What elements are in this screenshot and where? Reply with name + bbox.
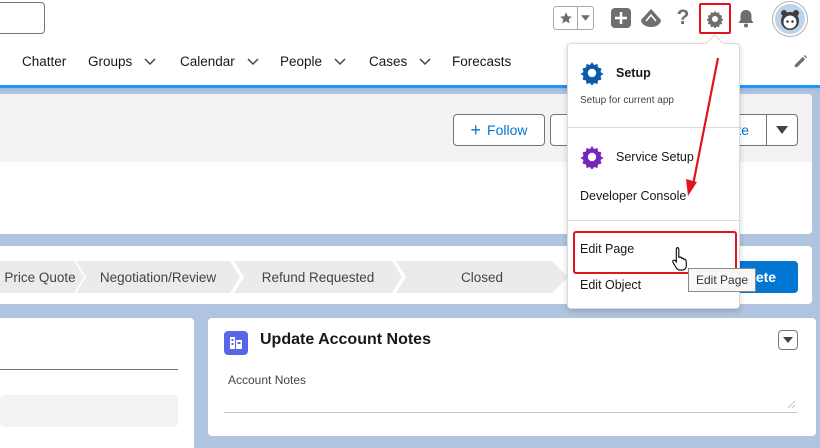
chevron-down-icon bbox=[581, 15, 590, 21]
notes-icon bbox=[224, 331, 248, 355]
service-setup-gear-icon bbox=[580, 146, 604, 169]
setup-gear-icon bbox=[580, 62, 604, 85]
path-stage-label: Negotiation/Review bbox=[99, 269, 217, 285]
menu-item-label: Service Setup bbox=[616, 150, 694, 164]
resize-grip-icon[interactable] bbox=[786, 399, 796, 409]
menu-item-edit-object[interactable]: Edit Object bbox=[580, 278, 641, 292]
path-stage[interactable]: Closed bbox=[396, 261, 568, 293]
favorites-button-group bbox=[553, 6, 594, 30]
setup-gear-button[interactable] bbox=[699, 3, 731, 34]
nav-item-groups[interactable]: Groups bbox=[88, 38, 156, 85]
menu-item-label: Edit Object bbox=[580, 278, 642, 292]
favorites-list-button[interactable] bbox=[578, 7, 593, 29]
path-stage[interactable]: Price Quote bbox=[0, 261, 84, 293]
path-stage[interactable]: Negotiation/Review bbox=[76, 261, 240, 293]
path-stage-label: Price Quote bbox=[4, 269, 76, 285]
global-search-input[interactable] bbox=[0, 2, 45, 34]
nav-item-cases[interactable]: Cases bbox=[369, 38, 431, 85]
card-title: Update Account Notes bbox=[260, 331, 431, 348]
star-icon bbox=[559, 12, 572, 24]
menu-item-label: Developer Console bbox=[580, 189, 687, 203]
help-icon: ? bbox=[676, 6, 690, 29]
account-notes-label: Account Notes bbox=[228, 373, 307, 387]
account-notes-textarea[interactable] bbox=[224, 388, 798, 413]
edit-nav-items-button[interactable] bbox=[793, 54, 808, 72]
chevron-down-icon[interactable] bbox=[334, 57, 346, 66]
record-detail-card bbox=[0, 318, 194, 448]
nav-item-chatter[interactable]: Chatter bbox=[22, 38, 66, 85]
menu-item-developer-console[interactable]: Developer Console bbox=[580, 189, 686, 203]
detail-field[interactable] bbox=[0, 395, 178, 427]
pencil-icon bbox=[794, 54, 808, 68]
gear-icon bbox=[706, 10, 724, 28]
help-button[interactable]: ? bbox=[672, 6, 694, 29]
nav-item-label: Calendar bbox=[180, 54, 235, 69]
hand-cursor-icon bbox=[672, 246, 687, 271]
nav-item-label: Forecasts bbox=[452, 54, 512, 69]
menu-divider bbox=[568, 127, 739, 128]
chevron-down-icon[interactable] bbox=[419, 57, 431, 66]
follow-button[interactable]: + Follow bbox=[453, 114, 545, 146]
global-actions-button[interactable] bbox=[610, 7, 632, 29]
nav-item-label: Chatter bbox=[22, 54, 67, 69]
chevron-down-icon[interactable] bbox=[247, 57, 259, 66]
path-stage-label: Closed bbox=[460, 269, 504, 285]
menu-item-label: Setup bbox=[616, 66, 651, 80]
menu-item-subtitle: Setup for current app bbox=[580, 95, 674, 106]
divider bbox=[0, 369, 178, 370]
chevron-down-icon bbox=[783, 337, 793, 343]
bell-icon bbox=[738, 10, 754, 28]
path-stage-label: Refund Requested bbox=[261, 269, 375, 285]
notifications-button[interactable] bbox=[735, 7, 757, 29]
card-menu-button[interactable] bbox=[778, 330, 798, 350]
add-icon bbox=[611, 8, 631, 28]
nav-item-forecasts[interactable]: Forecasts bbox=[452, 38, 511, 85]
nav-item-label: Cases bbox=[369, 54, 408, 69]
astro-avatar-icon bbox=[775, 4, 805, 34]
nav-item-people[interactable]: People bbox=[280, 38, 346, 85]
path-track: Price Quote Negotiation/Review Refund Re… bbox=[0, 261, 566, 293]
favorites-star-button[interactable] bbox=[554, 7, 578, 29]
menu-divider bbox=[568, 220, 739, 221]
add-icon: + bbox=[470, 120, 482, 140]
record-actions-menu-button[interactable] bbox=[766, 114, 798, 146]
nav-item-label: Groups bbox=[88, 54, 133, 69]
menu-item-setup[interactable]: Setup bbox=[580, 61, 651, 85]
tooltip: Edit Page bbox=[688, 268, 757, 292]
follow-label: Follow bbox=[487, 122, 528, 138]
chevron-down-icon bbox=[776, 126, 788, 134]
chevron-down-icon[interactable] bbox=[144, 57, 156, 66]
nav-item-calendar[interactable]: Calendar bbox=[180, 38, 259, 85]
menu-item-service-setup[interactable]: Service Setup bbox=[580, 145, 694, 169]
global-header: ? bbox=[0, 0, 820, 38]
trailhead-icon bbox=[641, 9, 661, 27]
user-avatar[interactable] bbox=[773, 2, 807, 36]
path-stage[interactable]: Refund Requested bbox=[234, 261, 402, 293]
nav-item-label: People bbox=[280, 54, 323, 69]
trailhead-button[interactable] bbox=[640, 7, 662, 29]
update-account-notes-card: Update Account Notes Account Notes bbox=[208, 318, 816, 436]
